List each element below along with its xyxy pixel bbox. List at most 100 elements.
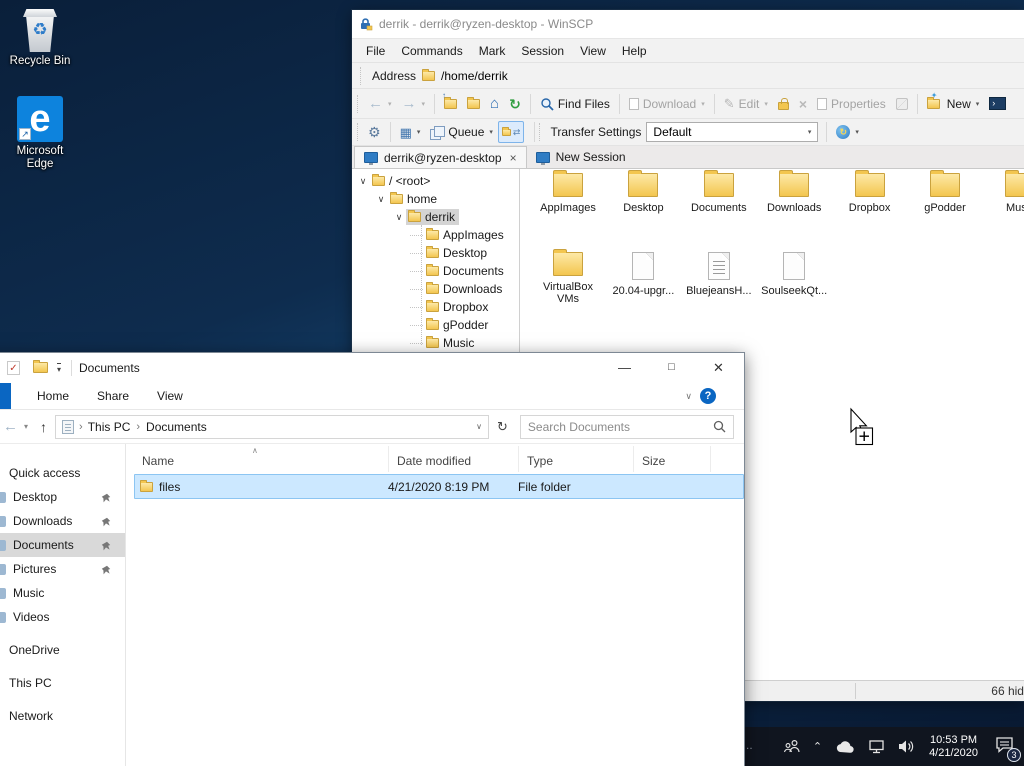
menu-session[interactable]: Session — [513, 41, 572, 61]
sidebar-item-videos[interactable]: Videos — [0, 605, 125, 629]
onedrive-icon[interactable] — [835, 740, 855, 753]
panel-layout-button[interactable]: ▦▾ — [395, 120, 426, 144]
column-header-date-modified[interactable]: Date modified — [389, 446, 519, 472]
winscp-title-bar[interactable]: derrik - derrik@ryzen-desktop - WinSCP — [352, 10, 1024, 38]
sidebar-item-music[interactable]: Music — [0, 581, 125, 605]
console-icon[interactable]: › — [984, 92, 1011, 116]
sidebar-item-onedrive[interactable]: OneDrive — [0, 638, 125, 662]
show-hidden-icons-chevron[interactable]: ⌃ — [813, 740, 822, 753]
breadcrumb-this-pc[interactable]: This PC — [88, 420, 131, 434]
sidebar-item-this-pc[interactable]: This PC — [0, 671, 125, 695]
tree-node-derrik[interactable]: ∨derrik — [352, 208, 519, 226]
find-files-button[interactable]: Find Files — [535, 92, 615, 116]
sidebar-item-pictures[interactable]: Pictures — [0, 557, 125, 581]
nav-up-button[interactable]: ↑ — [40, 419, 47, 435]
remote-file-music[interactable]: Music — [983, 173, 1024, 214]
padlock-icon[interactable] — [773, 92, 794, 116]
remote-file-soulseekqt[interactable]: SoulseekQt... — [757, 252, 831, 297]
remote-file-gpodder[interactable]: gPodder — [908, 173, 982, 214]
menu-commands[interactable]: Commands — [393, 41, 470, 61]
nav-back-button[interactable]: ← — [3, 418, 18, 435]
tree-node-gpodder[interactable]: gPodder — [352, 316, 519, 334]
explorer-title-bar[interactable]: ✓ ▾ Documents — □ ✕ — [0, 353, 744, 383]
tree-node-home[interactable]: ∨home — [352, 190, 519, 208]
remote-file-virtualbox-vms[interactable]: VirtualBox VMs — [531, 252, 605, 305]
close-tab-icon[interactable]: × — [510, 151, 517, 165]
qat-icon[interactable]: ✓ — [7, 361, 20, 375]
column-header-size[interactable]: Size — [634, 446, 711, 472]
session-tab-new-session[interactable]: New Session — [527, 146, 635, 168]
help-button[interactable]: ? — [700, 388, 716, 404]
expander-icon[interactable]: ∨ — [356, 176, 370, 187]
new-button[interactable]: ✦New▾ — [922, 92, 985, 116]
ribbon-tab-share[interactable]: Share — [83, 383, 143, 403]
ribbon-tab-home[interactable]: Home — [23, 383, 83, 403]
home-directory-button[interactable]: ⌂ — [485, 92, 504, 116]
download-button[interactable]: Download▾ — [624, 92, 710, 116]
expander-icon[interactable]: ∨ — [374, 194, 388, 205]
remote-file-downloads[interactable]: Downloads — [757, 173, 831, 214]
maximize-button[interactable]: □ — [649, 353, 694, 382]
remote-file-dropbox[interactable]: Dropbox — [833, 173, 907, 214]
address-dropdown-chevron[interactable]: ∨ — [476, 422, 482, 431]
taskbar-clock[interactable]: 10:53 PM 4/21/2020 — [929, 734, 978, 760]
session-tab-derrik-ryzen-desktop[interactable]: derrik@ryzen-desktop× — [354, 146, 527, 168]
minimize-button[interactable]: — — [602, 353, 647, 382]
queue-button[interactable]: Queue▾ — [425, 120, 498, 144]
expander-icon[interactable]: ∨ — [392, 212, 406, 223]
address-path[interactable]: /home/derrik — [441, 69, 508, 83]
breadcrumb-documents[interactable]: Documents — [146, 420, 207, 434]
sidebar-item-quick-access[interactable]: Quick access — [0, 461, 125, 485]
menu-mark[interactable]: Mark — [471, 41, 514, 61]
custom-commands-icon[interactable] — [891, 92, 913, 116]
desktop-icon-recycle-bin[interactable]: ♻ Recycle Bin — [8, 8, 72, 68]
tree-node-music[interactable]: Music — [352, 334, 519, 352]
desktop-icon-microsoft-edge[interactable]: e ↗ Microsoft Edge — [8, 96, 72, 171]
refresh-button[interactable]: ↻ — [504, 92, 526, 116]
address-box[interactable]: › This PC›Documents ∨ — [55, 415, 489, 439]
tree-node-desktop[interactable]: Desktop — [352, 244, 519, 262]
properties-button[interactable]: Properties — [812, 92, 891, 116]
people-icon[interactable] — [783, 739, 800, 754]
menu-view[interactable]: View — [572, 41, 614, 61]
synchronize-button[interactable]: ↻▾ — [831, 120, 864, 144]
sidebar-item-documents[interactable]: Documents — [0, 533, 125, 557]
network-icon[interactable] — [868, 739, 885, 754]
remote-file-20-04-upgr[interactable]: 20.04-upgr... — [606, 252, 680, 297]
menu-file[interactable]: File — [358, 41, 393, 61]
volume-icon[interactable] — [898, 739, 916, 754]
delete-button[interactable]: × — [794, 92, 812, 116]
search-input[interactable] — [528, 420, 713, 434]
ribbon-tab-view[interactable]: View — [143, 383, 197, 403]
parent-directory-button[interactable]: ↑ — [439, 92, 462, 116]
tree-node-appimages[interactable]: AppImages — [352, 226, 519, 244]
refresh-icon[interactable]: ↻ — [497, 419, 508, 435]
ribbon-collapse-chevron[interactable]: ∨ — [685, 391, 692, 402]
close-button[interactable]: ✕ — [696, 353, 741, 382]
search-box[interactable] — [520, 415, 734, 439]
edit-button[interactable]: ✎Edit▾ — [719, 92, 773, 116]
transfer-settings-select[interactable]: Default▾ — [646, 122, 818, 142]
sidebar-item-downloads[interactable]: Downloads — [0, 509, 125, 533]
remote-file-bluejeansh[interactable]: BluejeansH... — [682, 252, 756, 297]
forward-button[interactable]: →▾ — [397, 92, 431, 116]
menu-help[interactable]: Help — [614, 41, 655, 61]
ribbon-tab-file[interactable] — [0, 383, 11, 409]
sidebar-item-network[interactable]: Network — [0, 704, 125, 728]
column-header-type[interactable]: Type — [519, 446, 634, 472]
action-center-button[interactable]: 3 — [995, 736, 1014, 758]
tree-node-documents[interactable]: Documents — [352, 262, 519, 280]
open-directory-button[interactable] — [462, 92, 485, 116]
qat-customize-button[interactable]: ▾ — [57, 363, 61, 375]
remote-file-documents[interactable]: Documents — [682, 173, 756, 214]
tree-node-dropbox[interactable]: Dropbox — [352, 298, 519, 316]
preferences-button[interactable]: ⚙ — [363, 120, 386, 144]
file-row-files[interactable]: files4/21/2020 8:19 PMFile folder — [134, 474, 744, 499]
remote-file-appimages[interactable]: AppImages — [531, 173, 605, 214]
tree-node-root[interactable]: ∨/ <root> — [352, 172, 519, 190]
tree-node-downloads[interactable]: Downloads — [352, 280, 519, 298]
back-button[interactable]: ←▾ — [363, 92, 397, 116]
nav-history-chevron[interactable]: ▾ — [24, 422, 28, 431]
column-header-name[interactable]: Name — [134, 446, 389, 472]
sidebar-item-desktop[interactable]: Desktop — [0, 485, 125, 509]
